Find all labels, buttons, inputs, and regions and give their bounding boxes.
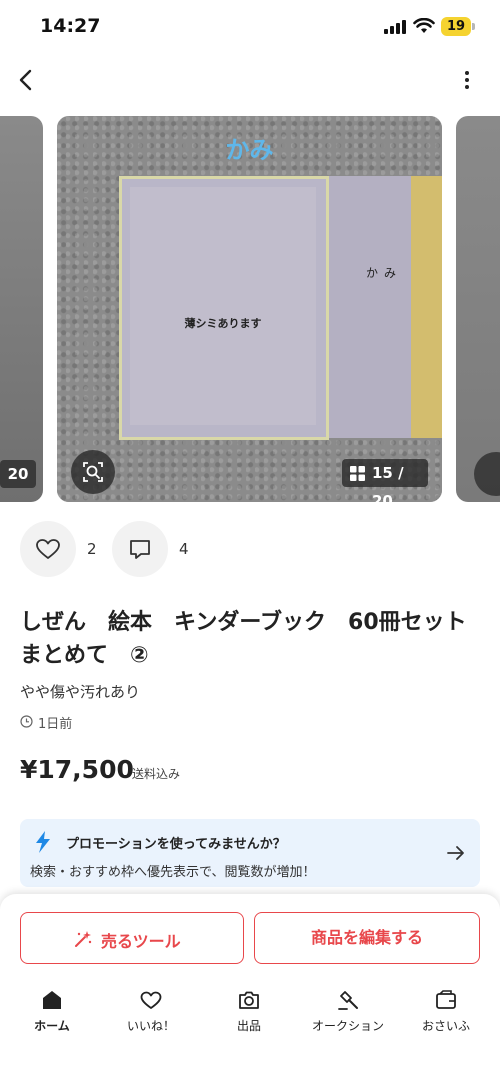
grid-icon <box>350 466 365 481</box>
more-options-button[interactable] <box>455 66 479 94</box>
chevron-left-icon <box>19 69 32 91</box>
photo-prev-counter: 20 <box>0 460 36 488</box>
signal-icon <box>384 20 406 34</box>
heart-icon <box>140 991 162 1009</box>
promotion-banner[interactable]: プロモーションを使ってみませんか？ 検索・おすすめ枠へ優先表示で、閲覧数が増加！ <box>20 819 480 887</box>
image-search-button[interactable] <box>71 450 115 494</box>
like-button[interactable] <box>20 521 76 577</box>
promotion-title: プロモーションを使ってみませんか？ <box>66 837 286 852</box>
item-condition: やや傷や汚れあり <box>20 683 141 701</box>
book-page-right: かみ <box>329 176 442 438</box>
lightning-bolt-icon <box>36 831 50 853</box>
item-price: ¥17,500 <box>20 755 134 784</box>
photo-previous[interactable]: 20 <box>0 116 43 502</box>
heart-icon <box>36 539 60 559</box>
home-icon <box>43 991 61 1009</box>
tab-likes[interactable]: いいね！ <box>101 982 201 1042</box>
battery-tip <box>472 23 475 30</box>
tab-wallet[interactable]: おさいふ <box>396 982 496 1042</box>
edit-item-button[interactable]: 商品を編集する <box>254 912 480 964</box>
shipping-note: 送料込み <box>132 767 181 781</box>
promotion-description: 検索・おすすめ枠へ優先表示で、閲覧数が増加！ <box>30 865 316 880</box>
magic-wand-icon <box>75 931 92 947</box>
arrow-right-icon <box>447 846 464 860</box>
bottom-action-sheet: 売るツール 商品を編集する ホーム いいね！ 出品 オークション おさいふ <box>0 894 500 1080</box>
camera-icon <box>239 991 259 1009</box>
comment-icon <box>130 540 150 559</box>
wallet-icon <box>436 990 456 1009</box>
tab-home[interactable]: ホーム <box>2 982 102 1042</box>
photo-carousel[interactable]: 20 かみ 薄シミあります かみ 15 / 20 <box>0 116 500 502</box>
book-note-text: 薄シミあります <box>184 317 262 330</box>
photo-next[interactable] <box>456 116 500 502</box>
photo-counter[interactable]: 15 / 20 <box>342 459 428 502</box>
bottom-tab-bar: ホーム いいね！ 出品 オークション おさいふ <box>0 982 500 1042</box>
tab-sell[interactable]: 出品 <box>199 982 299 1042</box>
book-cover-left: 薄シミあります <box>119 176 329 440</box>
back-button[interactable] <box>12 64 42 96</box>
comment-button[interactable] <box>112 521 168 577</box>
like-count: 2 <box>87 540 97 558</box>
book-page-label: かみ <box>366 266 403 280</box>
tab-auction[interactable]: オークション <box>298 982 398 1042</box>
status-bar: 14:27 19 <box>0 0 500 54</box>
comment-count: 4 <box>179 540 189 558</box>
tab-wallet-label: おさいふ <box>421 1019 470 1033</box>
sell-tools-label: 売るツール <box>101 932 181 951</box>
book-gold-paper <box>411 176 442 438</box>
item-title: しぜん 絵本 キンダーブック 60冊セット まとめて ② <box>20 610 489 668</box>
book-title-text: かみ <box>225 136 274 164</box>
more-vertical-icon <box>465 71 469 89</box>
gavel-icon <box>338 991 358 1010</box>
sell-tools-button[interactable]: 売るツール <box>20 912 244 964</box>
wifi-icon <box>413 18 435 33</box>
battery-indicator: 19 <box>441 17 471 36</box>
lens-search-icon <box>83 462 103 482</box>
clock-icon <box>20 715 33 728</box>
photo-current[interactable]: かみ 薄シミあります かみ 15 / 20 <box>57 116 442 502</box>
posted-time: 1日前 <box>38 717 73 732</box>
status-time: 14:27 <box>40 15 101 37</box>
